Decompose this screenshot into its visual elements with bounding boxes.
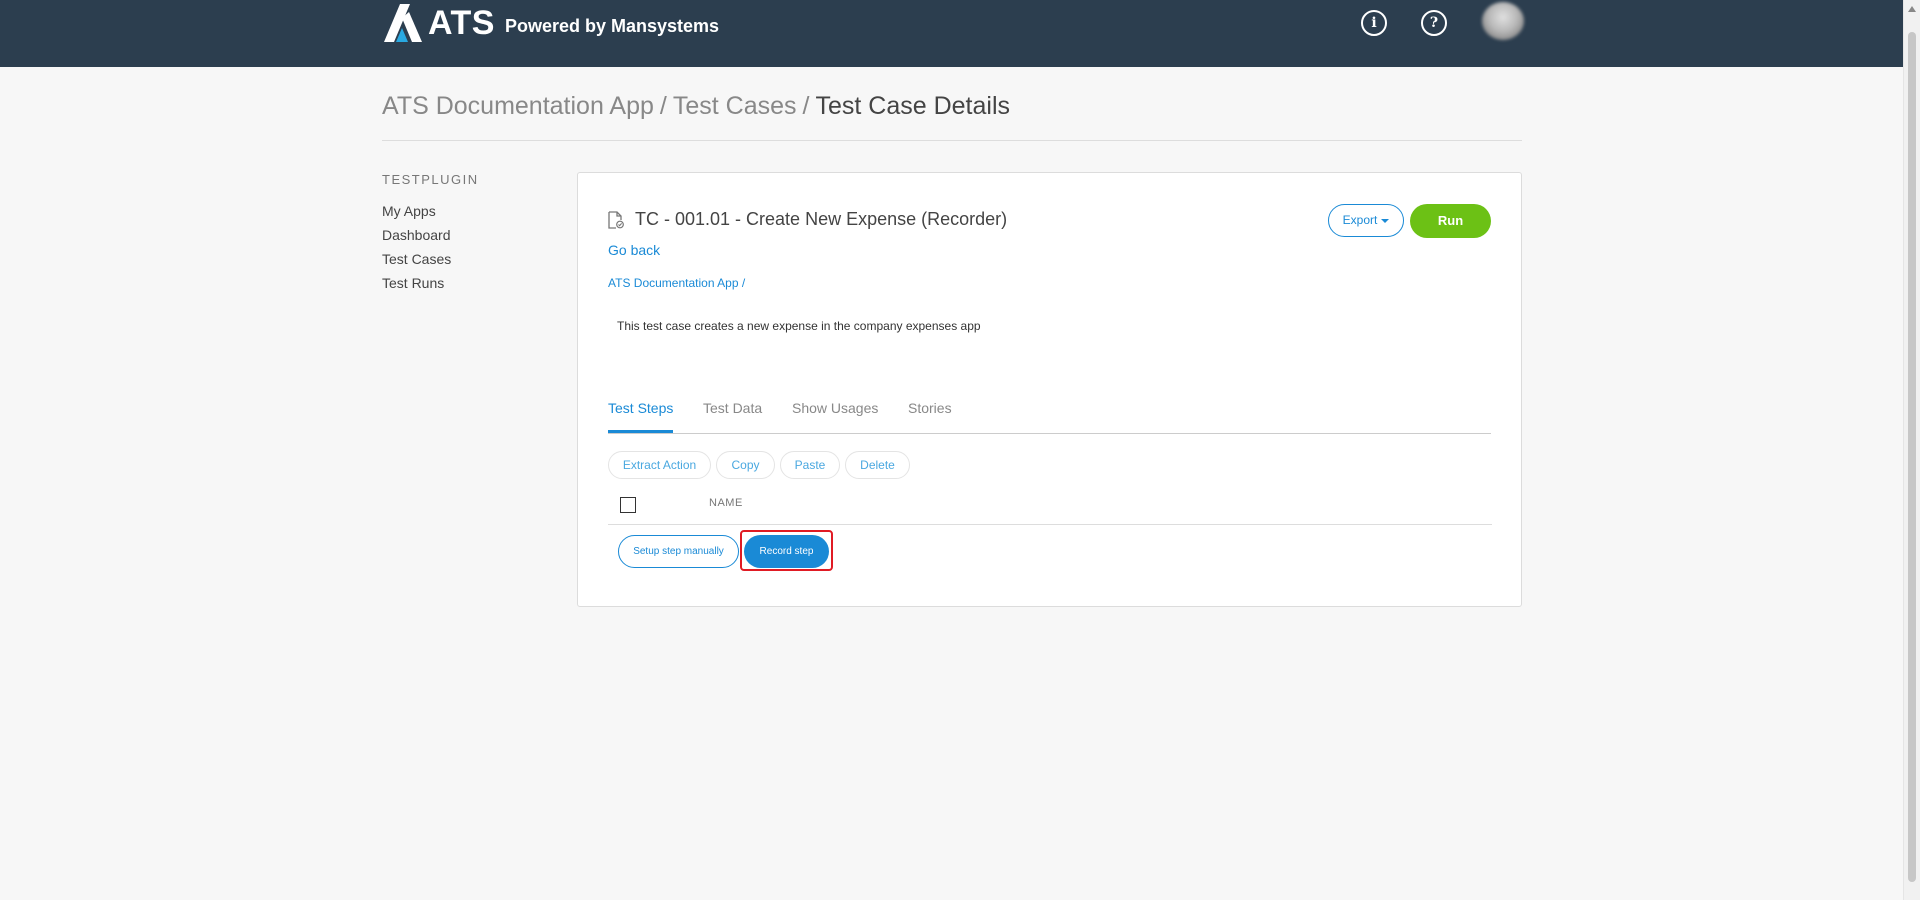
logo-subtitle: Powered by Mansystems	[504, 16, 720, 36]
page-breadcrumb: ATS Documentation App / Test Cases / Test Ca…	[382, 92, 1010, 121]
run-button[interactable]: Run	[1410, 204, 1491, 238]
scroll-thumb[interactable]	[1908, 32, 1916, 882]
user-avatar[interactable]	[1482, 2, 1524, 40]
info-icon[interactable]: i	[1361, 10, 1387, 36]
help-icon[interactable]: ?	[1421, 10, 1447, 36]
tab-show-usages[interactable]: Show Usages	[792, 399, 878, 433]
tab-test-steps[interactable]: Test Steps	[608, 399, 674, 433]
breadcrumb-test-cases-link[interactable]: Test Cases	[673, 92, 797, 120]
ats-logo-mark-icon	[384, 4, 422, 42]
header-divider	[382, 140, 1522, 141]
test-case-description: This test case creates a new expense in …	[617, 319, 981, 333]
test-case-document-icon	[608, 211, 624, 229]
app-breadcrumb-link[interactable]: ATS Documentation App /	[608, 276, 745, 290]
tab-bar: Test Steps Test Data Show Usages Stories	[608, 399, 1491, 434]
extract-action-button[interactable]: Extract Action	[608, 451, 711, 479]
scroll-up-arrow-icon[interactable]	[1908, 6, 1916, 12]
logo-text: ATS	[428, 4, 495, 42]
sidebar-item-dashboard[interactable]: Dashboard	[382, 223, 479, 247]
sidebar: TESTPLUGIN My Apps Dashboard Test Cases …	[382, 172, 479, 295]
delete-button[interactable]: Delete	[845, 451, 910, 479]
breadcrumb-app-link[interactable]: ATS Documentation App	[382, 92, 654, 120]
ats-logo[interactable]: ATS Powered by Mansystems	[382, 2, 719, 42]
breadcrumb-separator: /	[659, 92, 667, 120]
sidebar-item-test-cases[interactable]: Test Cases	[382, 247, 479, 271]
select-all-checkbox[interactable]	[620, 497, 636, 513]
export-button[interactable]: Export	[1328, 204, 1404, 237]
top-navbar: ATS Powered by Mansystems i ?	[0, 0, 1904, 67]
steps-table-header: NAME	[608, 487, 1492, 525]
breadcrumb-separator: /	[802, 92, 810, 120]
paste-button[interactable]: Paste	[780, 451, 840, 479]
sidebar-item-my-apps[interactable]: My Apps	[382, 199, 479, 223]
sidebar-title: TESTPLUGIN	[382, 172, 479, 187]
go-back-link[interactable]: Go back	[608, 242, 660, 258]
setup-step-manually-button[interactable]: Setup step manually	[618, 535, 739, 568]
breadcrumb-current: Test Case Details	[815, 92, 1011, 120]
tab-test-data[interactable]: Test Data	[703, 399, 762, 433]
caret-down-icon	[1381, 218, 1390, 223]
sidebar-item-test-runs[interactable]: Test Runs	[382, 271, 479, 295]
column-header-name[interactable]: NAME	[709, 497, 743, 509]
record-step-button[interactable]: Record step	[744, 535, 829, 568]
test-case-card: TC - 001.01 - Create New Expense (Record…	[577, 172, 1522, 607]
export-button-label: Export	[1342, 213, 1378, 227]
test-case-title: TC - 001.01 - Create New Expense (Record…	[635, 209, 1008, 229]
copy-button[interactable]: Copy	[716, 451, 775, 479]
page-scrollbar[interactable]	[1903, 0, 1920, 900]
tab-stories[interactable]: Stories	[908, 399, 952, 433]
